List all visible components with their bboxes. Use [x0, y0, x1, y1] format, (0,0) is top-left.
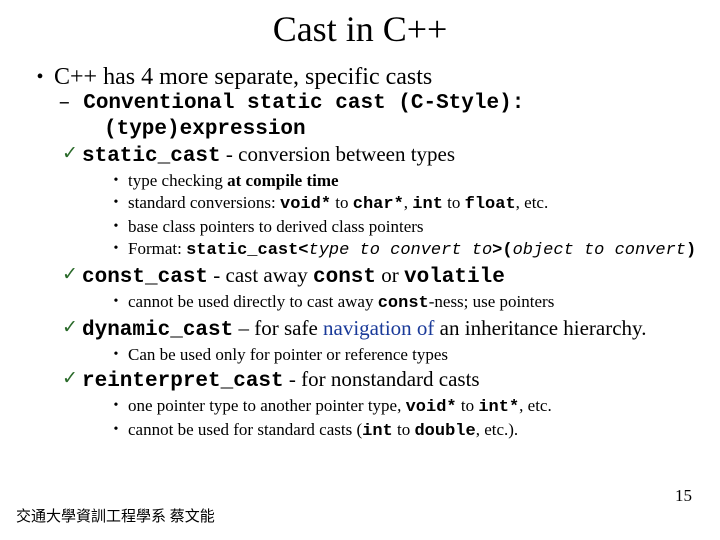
- static-cast-rest: - conversion between types: [221, 142, 455, 166]
- rc-sub2: • cannot be used for standard casts (int…: [104, 420, 702, 442]
- t: to: [443, 193, 465, 212]
- t: at compile time: [227, 171, 338, 190]
- t: int*: [478, 398, 519, 417]
- sc-sub2-text: standard conversions: void* to char*, in…: [128, 193, 548, 215]
- t: , etc.).: [476, 420, 518, 439]
- bullet-dot-icon: •: [104, 193, 128, 213]
- check-icon: ✓: [58, 316, 82, 340]
- bullet-main-text: C++ has 4 more separate, specific casts: [54, 64, 432, 90]
- conventional-line1: Conventional static cast (C-Style):: [83, 92, 524, 116]
- t: reinterpret_cast: [82, 370, 284, 393]
- static-cast-head: static_cast - conversion between types: [82, 142, 455, 169]
- rc-sub1: • one pointer type to another pointer ty…: [104, 396, 702, 418]
- bullet-reinterpret-cast: ✓ reinterpret_cast - for nonstandard cas…: [58, 367, 702, 394]
- bullet-dot-icon: •: [104, 396, 128, 416]
- bullet-static-cast: ✓ static_cast - conversion between types: [58, 142, 702, 169]
- t: type to convert to: [309, 241, 493, 260]
- sc-sub3-text: base class pointers to derived class poi…: [128, 217, 424, 237]
- rc-sub2-text: cannot be used for standard casts (int t…: [128, 420, 518, 442]
- t: type checking: [128, 171, 227, 190]
- t: object to convert: [513, 241, 686, 260]
- bullet-dot-icon: •: [104, 171, 128, 191]
- t: , etc.: [516, 193, 549, 212]
- t: to: [331, 193, 353, 212]
- t: int: [362, 422, 393, 441]
- bullet-dot-icon: •: [104, 292, 128, 312]
- bullet-dot-icon: •: [104, 345, 128, 365]
- t: one pointer type to another pointer type…: [128, 396, 406, 415]
- dynamic-cast-head: dynamic_cast – for safe navigation of an…: [82, 316, 646, 343]
- t: char*: [353, 195, 404, 214]
- conventional-line2: (type)expression: [104, 118, 306, 141]
- rc-sub1-text: one pointer type to another pointer type…: [128, 396, 552, 418]
- t: to: [457, 396, 479, 415]
- t: int: [412, 195, 443, 214]
- sc-sub4-text: Format: static_cast<type to convert to>(…: [128, 239, 696, 261]
- t: navigation of: [323, 316, 434, 340]
- t: volatile: [404, 266, 505, 289]
- t: standard conversions:: [128, 193, 280, 212]
- t: double: [414, 422, 475, 441]
- t: an inheritance hierarchy.: [434, 316, 646, 340]
- sc-sub2: • standard conversions: void* to char*, …: [104, 193, 702, 215]
- t: static_cast<: [186, 241, 308, 260]
- sc-sub1: • type checking at compile time: [104, 171, 702, 191]
- check-icon: ✓: [58, 263, 82, 287]
- t: - cast away: [208, 263, 313, 287]
- dc-sub1-text: Can be used only for pointer or referenc…: [128, 345, 448, 365]
- dash-icon: –: [58, 92, 83, 116]
- t: to: [393, 420, 415, 439]
- t: void*: [280, 195, 331, 214]
- dc-sub1: • Can be used only for pointer or refere…: [104, 345, 702, 365]
- t: cannot be used for standard casts (: [128, 420, 362, 439]
- cc-sub1: • cannot be used directly to cast away c…: [104, 292, 702, 314]
- t: dynamic_cast: [82, 319, 233, 342]
- sc-sub1-text: type checking at compile time: [128, 171, 339, 191]
- t: or: [376, 263, 404, 287]
- conventional-line2-wrap: (type)expression: [104, 118, 702, 142]
- bullet-main: • C++ has 4 more separate, specific cast…: [26, 64, 702, 90]
- t: - for nonstandard casts: [284, 367, 480, 391]
- cc-sub1-text: cannot be used directly to cast away con…: [128, 292, 554, 314]
- bullet-dot-icon: •: [104, 217, 128, 237]
- check-icon: ✓: [58, 367, 82, 391]
- t: cannot be used directly to cast away: [128, 292, 378, 311]
- page-number: 15: [675, 486, 692, 506]
- bullet-const-cast: ✓ const_cast - cast away const or volati…: [58, 263, 702, 290]
- t: float: [465, 195, 516, 214]
- reinterpret-cast-head: reinterpret_cast - for nonstandard casts: [82, 367, 480, 394]
- check-icon: ✓: [58, 142, 82, 166]
- bullet-dot-icon: •: [104, 420, 128, 440]
- footer-text: 交通大學資訓工程學系 蔡文能: [16, 505, 215, 526]
- t: -ness; use pointers: [429, 292, 555, 311]
- page-title: Cast in C++: [18, 8, 702, 50]
- t: void*: [406, 398, 457, 417]
- bullet-dot-icon: •: [26, 64, 54, 90]
- t: >(: [492, 241, 512, 260]
- sc-sub4: • Format: static_cast<type to convert to…: [104, 239, 702, 261]
- static-cast-code: static_cast: [82, 145, 221, 168]
- t: – for safe: [233, 316, 323, 340]
- bullet-dynamic-cast: ✓ dynamic_cast – for safe navigation of …: [58, 316, 702, 343]
- t: , etc.: [519, 396, 552, 415]
- t: const_cast: [82, 266, 208, 289]
- bullet-dot-icon: •: [104, 239, 128, 259]
- t: ): [686, 241, 696, 260]
- slide: Cast in C++ • C++ has 4 more separate, s…: [0, 0, 720, 540]
- t: const: [378, 294, 429, 313]
- bullet-conventional: – Conventional static cast (C-Style):: [58, 92, 702, 116]
- t: const: [313, 266, 376, 289]
- sc-sub3: • base class pointers to derived class p…: [104, 217, 702, 237]
- const-cast-head: const_cast - cast away const or volatile: [82, 263, 505, 290]
- t: Format:: [128, 239, 186, 258]
